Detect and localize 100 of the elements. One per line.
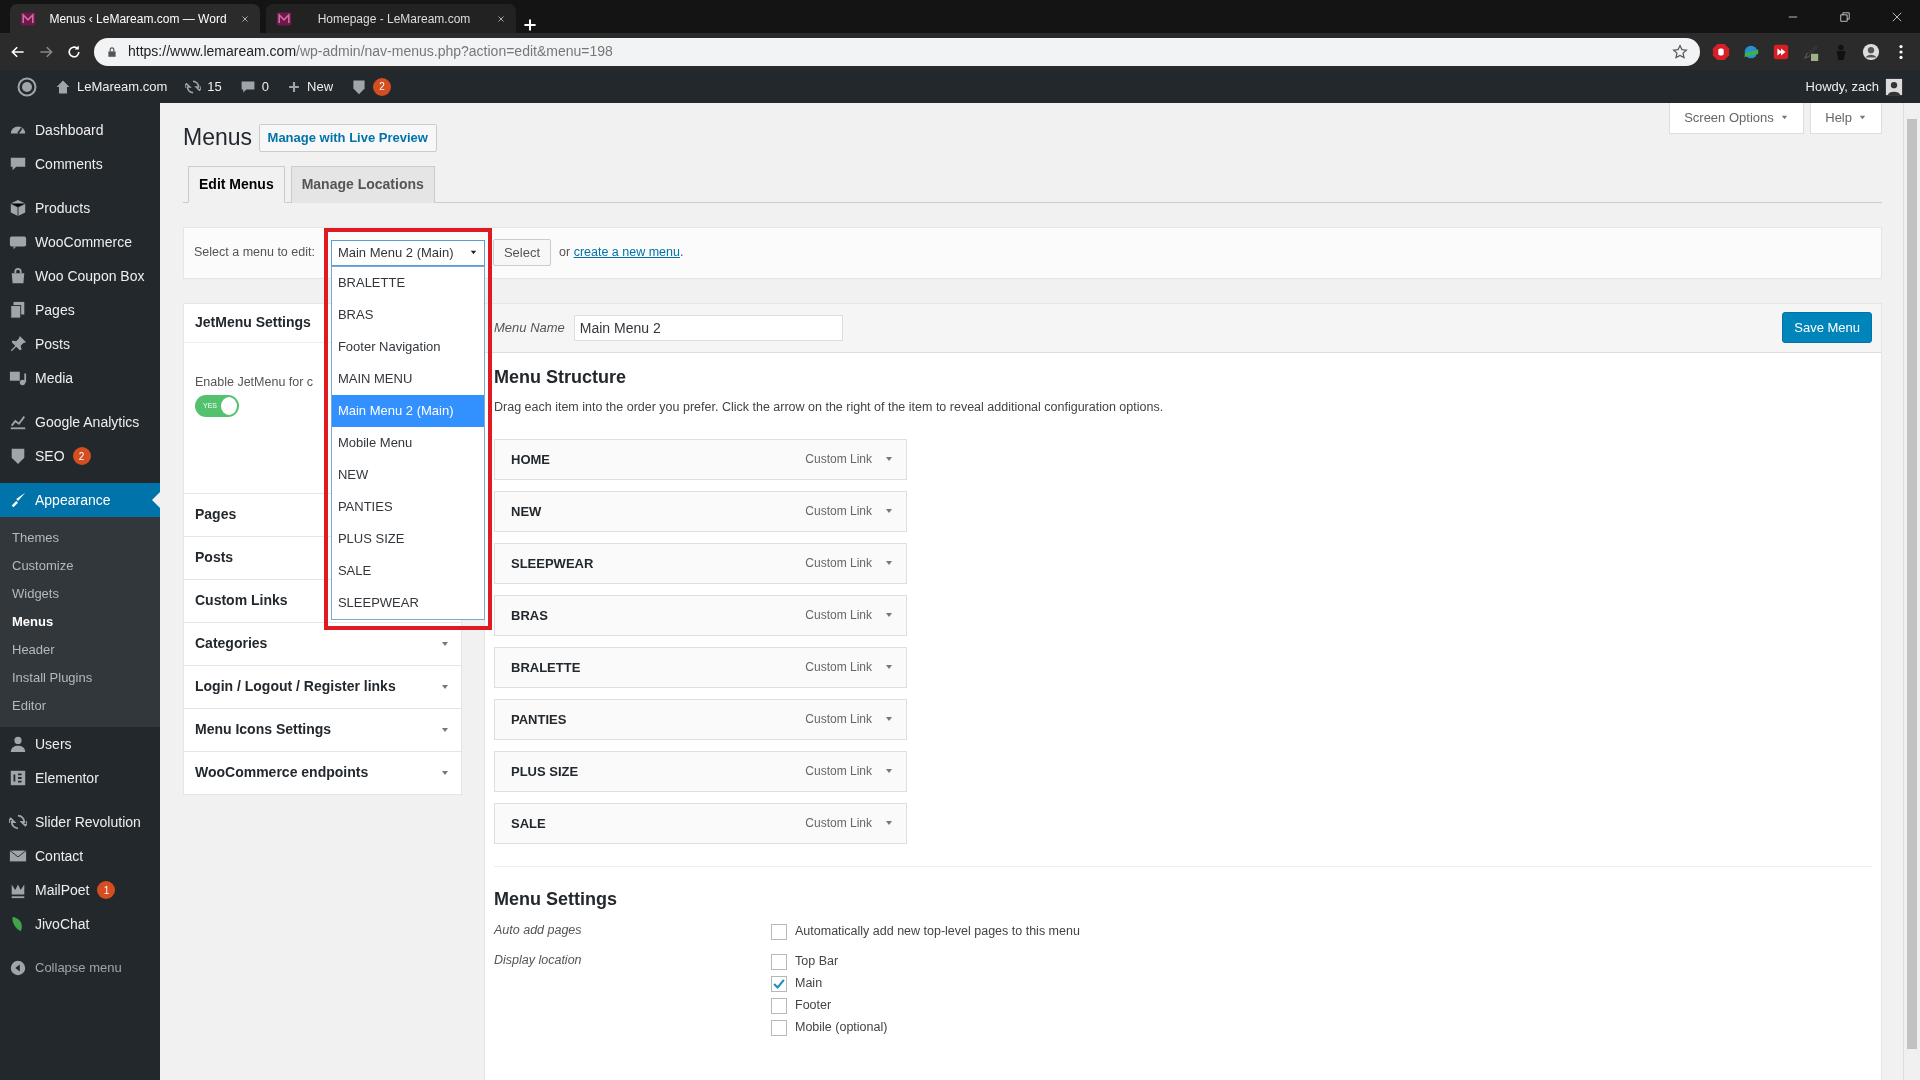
submenu-item[interactable]: Themes [0,524,160,552]
sidebar-item[interactable]: Appearance [0,483,160,517]
sidebar-item[interactable]: Google Analytics [0,405,160,439]
dropdown-option[interactable]: MAIN MENU [331,362,484,395]
sidebar-item[interactable]: MailPoet 1 [0,873,160,907]
dropdown-option[interactable]: Mobile Menu [331,426,484,459]
checkbox-label: Top Bar [795,953,839,971]
sidebar-item[interactable]: Elementor [0,761,160,795]
save-menu-button[interactable]: Save Menu [1782,311,1872,344]
browser-tab[interactable]: Homepage - LeMaream.com [266,4,516,33]
sidebar-item[interactable]: JivoChat [0,907,160,941]
close-icon [240,13,250,24]
comment-icon [239,78,256,95]
tab[interactable]: Manage Locations [290,165,435,203]
dropdown-option[interactable]: BRALETTE [331,266,484,299]
help-button[interactable]: Help [1810,103,1882,134]
submenu-item[interactable]: Widgets [0,580,160,608]
menu-item[interactable]: SLEEPWEAR Custom Link [494,542,907,584]
menu-item[interactable]: NEW Custom Link [494,490,907,532]
field-label: Auto add pages [494,921,583,939]
lock-icon [106,45,118,58]
brush-icon [9,491,27,509]
sidebar-item[interactable]: WooCommerce [0,225,160,259]
plus-icon [287,79,301,94]
menu-item[interactable]: BRALETTE Custom Link [494,646,907,688]
stop-sign-icon[interactable] [1712,42,1730,61]
restore-icon[interactable] [1838,9,1852,24]
dropper-icon[interactable] [1802,42,1820,61]
site-logo-icon [276,10,292,27]
submenu-item[interactable]: Editor [0,692,160,720]
checkbox[interactable] [771,923,787,940]
checkbox[interactable] [771,953,787,970]
submenu-item[interactable]: Menus [0,608,160,636]
menu-item[interactable]: PLUS SIZE Custom Link [494,750,907,792]
chart-icon [9,413,27,431]
user-icon [9,735,27,753]
account-link[interactable]: Howdy, zach [1796,70,1912,103]
logo-icon [17,76,37,97]
comments-link[interactable]: 0 [230,70,278,103]
submenu-item[interactable]: Customize [0,552,160,580]
avatar-icon [1885,77,1903,96]
updates-link[interactable]: 15 [176,70,231,103]
new-tab-icon[interactable] [522,17,538,33]
sidebar-item[interactable]: Posts [0,327,160,361]
sidebar-item[interactable]: Contact [0,839,160,873]
select-button[interactable]: Select [492,238,552,267]
menu-item[interactable]: SALE Custom Link [494,802,907,844]
site-link[interactable]: LeMaream.com [46,70,177,103]
tab[interactable]: Edit Menus [188,165,285,203]
sidebar-item[interactable]: Slider Revolution [0,805,160,839]
menu-item[interactable]: PANTIES Custom Link [494,698,907,740]
page-title: Menus [183,124,253,152]
sidebar-item[interactable]: Comments [0,147,160,181]
menu-item[interactable]: BRAS Custom Link [494,594,907,636]
sidebar-item[interactable]: Dashboard [0,113,160,147]
address-bar[interactable]: https://www.lemaream.com/wp-admin/nav-menus.php?action=edit&menu=198 [94,37,1700,66]
collapse-icon [9,959,27,977]
dropdown-option[interactable]: NEW [331,458,484,491]
scrollbar[interactable] [1903,103,1920,1080]
sidebar-item[interactable]: Media [0,361,160,395]
screen-options-button[interactable]: Screen Options [1669,103,1804,134]
profile-icon[interactable] [1862,42,1880,61]
pointer-icon [152,492,160,508]
dropdown-option[interactable]: Footer Navigation [331,330,484,363]
instructions-text: Drag each item into the order you prefer. Click the arrow on the right of the item to reveal additional configuration options. [494,399,1165,417]
bag-icon [9,267,27,285]
sidebar-item[interactable]: Products [0,191,160,225]
checkbox[interactable] [771,975,787,992]
dropdown-option[interactable]: BRAS [331,298,484,331]
section-title: Menu Settings [494,888,618,911]
sidebar-item[interactable]: Pages [0,293,160,327]
url-text: https://www.lemaream.com/wp-admin/nav-menus.php?action=edit&menu=198 [128,42,614,61]
refresh-icon [9,813,27,831]
shield-icon [9,447,27,465]
home-icon [55,78,71,95]
create-menu-link[interactable]: create a new menu [573,245,680,260]
menu-name-field[interactable]: Main Menu 2 [573,314,843,341]
checkbox[interactable] [771,1019,787,1036]
sidebar-item[interactable]: Users [0,727,160,761]
play-square-icon[interactable] [1772,42,1790,61]
sidebar-item[interactable]: Woo Coupon Box [0,259,160,293]
field-label: Display location [494,951,583,969]
seo-link[interactable]: 2 [342,70,401,103]
submenu-item[interactable]: Install Plugins [0,664,160,692]
browser-tab[interactable]: Menus ‹ LeMaream.com — Word [10,4,260,33]
submenu-item[interactable]: Header [0,636,160,664]
field-label: Enable JetMenu for c [195,373,314,391]
menu-select[interactable]: Main Menu 2 (Main) [330,239,485,266]
live-preview-button[interactable]: Manage with Live Preview [258,124,437,152]
lines-square-icon [9,769,27,787]
new-link[interactable]: New [278,70,343,103]
field-label: Select a menu to edit: [194,244,315,262]
sidebar-item[interactable]: SEO 2 [0,439,160,473]
section-title: Menu Structure [494,366,627,389]
collapse-menu-button[interactable]: Collapse menu [0,951,131,985]
panel-title[interactable]: JetMenu Settings [195,312,311,334]
reload-icon[interactable] [66,43,82,60]
menu-item[interactable]: HOME Custom Link [494,438,907,480]
checkbox[interactable] [771,997,787,1014]
shield-icon [351,78,368,95]
